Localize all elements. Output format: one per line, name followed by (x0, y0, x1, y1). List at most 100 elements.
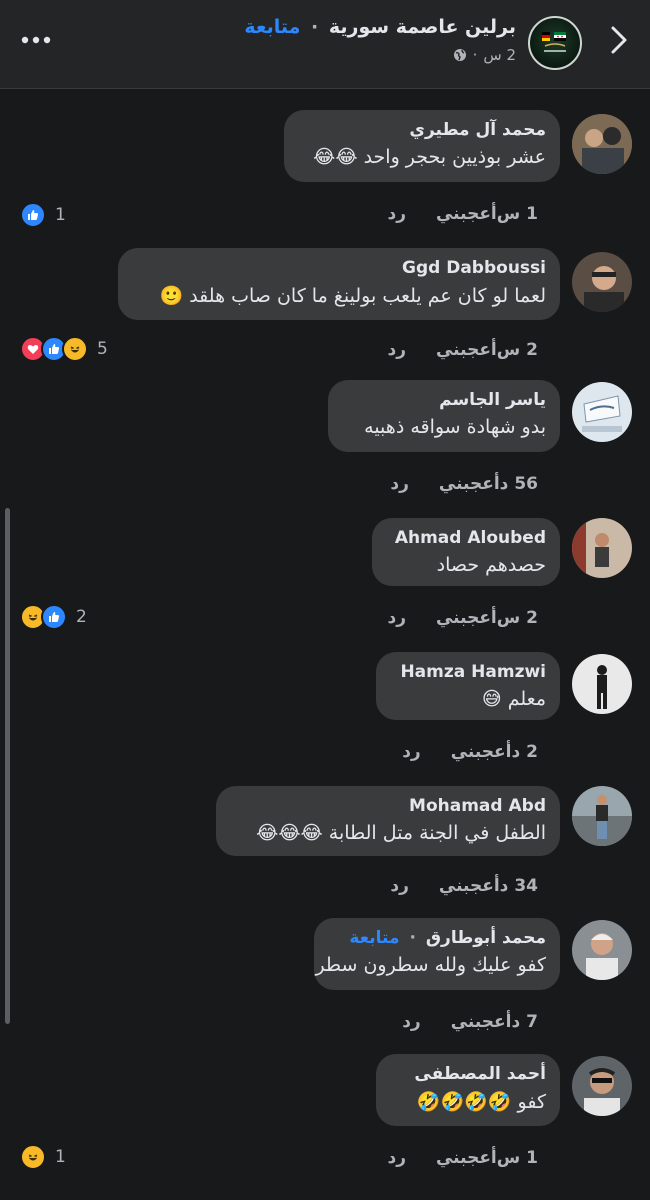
comment-author[interactable]: Ahmad Aloubed (386, 528, 546, 548)
back-button[interactable] (602, 20, 636, 60)
scrollbar[interactable] (5, 508, 10, 1024)
comment-author[interactable]: Hamza Hamzwi (390, 662, 546, 682)
comment-text: معلم 😅 (481, 688, 546, 710)
comment-text: الطفل في الجنة متل الطابة 😂😂😂 (256, 822, 546, 844)
comment-author[interactable]: محمد آل مطيري (298, 120, 546, 140)
separator-dot: · (409, 928, 416, 948)
commenter-avatar[interactable] (572, 920, 632, 980)
page-avatar[interactable] (528, 16, 582, 70)
comment-actions: 1 س أعجبني رد (387, 1148, 538, 1168)
avatar-image (572, 252, 632, 312)
avatar-image (572, 1056, 632, 1116)
comment-text: لعما لو كان عم يلعب بولينغ ما كان صاب هل… (159, 285, 547, 307)
follow-button[interactable]: متابعة (349, 928, 399, 948)
reply-button[interactable]: رد (390, 474, 409, 494)
post-header: برلين عاصمة سورية · متابعة 2 س · (0, 0, 650, 89)
commenter-avatar[interactable] (572, 654, 632, 714)
follow-button[interactable]: متابعة (244, 16, 300, 38)
like-button[interactable]: أعجبني (436, 204, 497, 224)
like-button[interactable]: أعجبني (436, 608, 497, 628)
comment-bubble[interactable]: Ggd Dabboussi لعما لو كان عم يلعب بولينغ… (118, 248, 560, 320)
comment-time[interactable]: 56 د (500, 474, 538, 494)
page-name[interactable]: برلين عاصمة سورية (329, 16, 516, 38)
more-options-button[interactable] (18, 26, 54, 54)
comment-author[interactable]: Mohamad Abd (230, 796, 546, 816)
like-button[interactable]: أعجبني (451, 1012, 512, 1032)
reaction-count: 1 (55, 1147, 66, 1167)
comment-text: كفو عليك ولله سطرون سطر (315, 954, 546, 976)
comment-time[interactable]: 2 د (512, 742, 539, 762)
commenter-avatar[interactable] (572, 786, 632, 846)
commenter-avatar[interactable] (572, 1056, 632, 1116)
commenter-avatar[interactable] (572, 114, 632, 174)
comment-time[interactable]: 1 س (497, 1148, 538, 1168)
comment-bubble[interactable]: محمد أبوطارق · متابعة كفو عليك ولله سطرو… (314, 918, 560, 990)
comment-time[interactable]: 2 س (497, 340, 538, 360)
comment-time[interactable]: 1 س (497, 204, 538, 224)
page-logo-image (542, 32, 566, 52)
reply-button[interactable]: رد (390, 876, 409, 896)
like-button[interactable]: أعجبني (436, 1148, 497, 1168)
post-time[interactable]: 2 س (483, 46, 516, 64)
avatar-image (572, 920, 632, 980)
like-button[interactable]: أعجبني (439, 876, 500, 896)
reaction-count: 2 (76, 607, 87, 627)
comment-author[interactable]: ياسر الجاسم (342, 390, 546, 410)
comment-actions: 7 د أعجبني رد (402, 1012, 538, 1032)
reply-button[interactable]: رد (387, 608, 406, 628)
page-name-line: برلين عاصمة سورية · متابعة (244, 16, 516, 38)
separator-dot: · (311, 16, 319, 38)
reaction-summary[interactable]: 2 (20, 604, 87, 630)
haha-reaction-icon (62, 336, 88, 362)
comment-actions: 2 د أعجبني رد (402, 742, 538, 762)
comment-bubble[interactable]: Ahmad Aloubed حصدهم حصاد (372, 518, 560, 586)
comment-bubble[interactable]: Hamza Hamzwi معلم 😅 (376, 652, 560, 720)
comment-author-line: محمد أبوطارق · متابعة (328, 928, 546, 948)
like-reaction-icon (20, 202, 46, 228)
comment-bubble[interactable]: محمد آل مطيري عشر بوذيين بحجر واحد 😂😂 (284, 110, 560, 182)
comment-bubble[interactable]: Mohamad Abd الطفل في الجنة متل الطابة 😂😂… (216, 786, 560, 856)
comment-text: حصدهم حصاد (436, 554, 546, 576)
like-button[interactable]: أعجبني (439, 474, 500, 494)
commenter-avatar[interactable] (572, 382, 632, 442)
reaction-summary[interactable]: 1 (20, 1144, 66, 1170)
comment-time[interactable]: 2 س (497, 608, 538, 628)
avatar-image (572, 382, 632, 442)
reaction-summary[interactable]: 5 (20, 336, 108, 362)
globe-icon (453, 49, 466, 61)
comment-time[interactable]: 34 د (500, 876, 538, 896)
reaction-count: 5 (97, 339, 108, 359)
comment-author[interactable]: أحمد المصطفى (390, 1064, 546, 1084)
comment-author[interactable]: محمد أبوطارق (426, 928, 546, 948)
comment-time[interactable]: 7 د (512, 1012, 539, 1032)
reaction-summary[interactable]: 1 (20, 202, 66, 228)
commenter-avatar[interactable] (572, 518, 632, 578)
comment-actions: 1 س أعجبني رد (387, 204, 538, 224)
comment-actions: 56 د أعجبني رد (390, 474, 538, 494)
comment-bubble[interactable]: أحمد المصطفى كفو 🤣🤣🤣🤣 (376, 1054, 560, 1126)
separator-dot: · (472, 46, 478, 64)
post-meta: 2 س · (453, 46, 516, 64)
avatar-image (572, 786, 632, 846)
commenter-avatar[interactable] (572, 252, 632, 312)
reply-button[interactable]: رد (402, 742, 421, 762)
like-button[interactable]: أعجبني (436, 340, 497, 360)
reply-button[interactable]: رد (387, 204, 406, 224)
chevron-right-icon (611, 26, 627, 54)
more-icon (21, 36, 51, 44)
comment-text: بدو شهادة سواقه ذهبيه (364, 416, 546, 438)
comment-actions: 2 س أعجبني رد (387, 608, 538, 628)
comment-text: كفو 🤣🤣🤣🤣 (416, 1091, 546, 1113)
reaction-count: 1 (55, 205, 66, 225)
comment-author[interactable]: Ggd Dabboussi (132, 258, 546, 278)
avatar-image (572, 518, 632, 578)
reply-button[interactable]: رد (387, 340, 406, 360)
comment-actions: 2 س أعجبني رد (387, 340, 538, 360)
comment-text: عشر بوذيين بحجر واحد 😂😂 (313, 146, 546, 168)
reply-button[interactable]: رد (402, 1012, 421, 1032)
comment-bubble[interactable]: ياسر الجاسم بدو شهادة سواقه ذهبيه (328, 380, 560, 452)
like-reaction-icon (41, 604, 67, 630)
like-button[interactable]: أعجبني (451, 742, 512, 762)
reply-button[interactable]: رد (387, 1148, 406, 1168)
avatar-image (572, 114, 632, 174)
